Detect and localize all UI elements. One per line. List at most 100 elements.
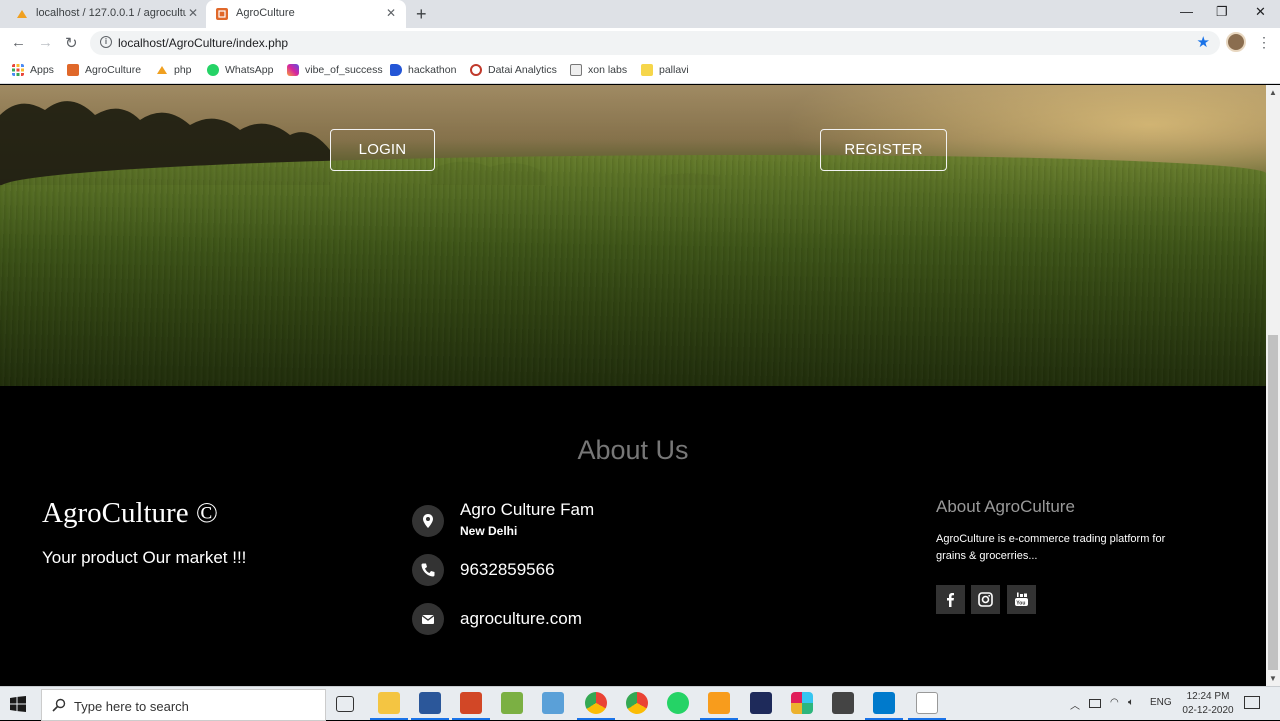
scroll-up-icon[interactable]: ▲ <box>1269 88 1277 97</box>
whatsapp-icon <box>207 64 219 76</box>
bookmark-xon-labs[interactable]: xon labs <box>570 64 627 76</box>
menu-kebab-icon[interactable]: ⋮ <box>1257 34 1271 51</box>
facebook-icon <box>947 593 954 607</box>
phone-icon <box>412 554 444 586</box>
url-text[interactable]: localhost/AgroCulture/index.php <box>118 36 288 50</box>
dev-cpp-icon[interactable] <box>750 692 772 714</box>
contact-city: New Delhi <box>460 524 518 538</box>
instagram-icon <box>978 592 993 607</box>
hero-overlay <box>0 85 1266 386</box>
powerpoint-icon[interactable] <box>460 692 482 714</box>
clock-time: 12:24 PM <box>1186 691 1230 702</box>
tab-strip: localhost / 127.0.0.1 / agroculture ✕ Ag… <box>0 0 1280 28</box>
about-us-heading: About Us <box>577 435 689 465</box>
wifi-icon[interactable]: ◠ <box>1110 697 1119 708</box>
word-icon[interactable] <box>419 692 441 714</box>
bookmark-label: hackathon <box>408 64 457 76</box>
slack-icon[interactable] <box>791 692 813 714</box>
bookmark-vibe-of-success[interactable]: vibe_of_success <box>287 64 383 76</box>
bookmark-datai-analytics[interactable]: Datai Analytics <box>470 64 557 76</box>
youtube-button[interactable]: You <box>1007 585 1036 614</box>
tab-agroculture[interactable]: AgroCulture ✕ <box>206 0 406 28</box>
bookmark-label: Apps <box>30 64 54 76</box>
brand-name: AgroCulture © <box>42 497 218 529</box>
folder-icon <box>641 64 653 76</box>
bookmark-php[interactable]: php <box>156 64 192 76</box>
info-icon[interactable]: i <box>100 36 112 48</box>
register-button[interactable]: REGISTER <box>820 129 947 171</box>
maximize-button[interactable]: ❐ <box>1216 4 1228 20</box>
clock-date: 02-12-2020 <box>1182 705 1234 716</box>
agroculture-favicon-icon <box>216 8 228 20</box>
back-arrow-icon[interactable]: ← <box>11 34 26 51</box>
chrome-profile-icon[interactable] <box>626 692 648 714</box>
bookmark-label: php <box>174 64 192 76</box>
bookmark-pallavi[interactable]: pallavi <box>641 64 689 76</box>
address-bar[interactable]: i localhost/AgroCulture/index.php ★ <box>90 31 1220 55</box>
page-scrollbar[interactable]: ▲ ▼ <box>1266 85 1280 686</box>
tab-phpmyadmin[interactable]: localhost / 127.0.0.1 / agroculture ✕ <box>0 0 206 28</box>
bookmark-label: xon labs <box>588 64 628 76</box>
whatsapp-icon[interactable] <box>667 692 689 714</box>
hackathon-icon <box>390 64 402 76</box>
bookmark-whatsapp[interactable]: WhatsApp <box>207 64 273 76</box>
taskbar-clock[interactable]: 12:24 PM 02-12-2020 <box>1176 690 1240 718</box>
chrome-icon[interactable] <box>585 692 607 714</box>
bookmark-agroculture[interactable]: AgroCulture <box>67 64 141 76</box>
instagram-button[interactable] <box>971 585 1000 614</box>
bookmark-label: Datai Analytics <box>488 64 557 76</box>
forward-arrow-icon[interactable]: → <box>38 34 53 51</box>
bookmark-label: vibe_of_success <box>305 64 383 76</box>
file-explorer-icon[interactable] <box>378 692 400 714</box>
vscode-icon[interactable] <box>873 692 895 714</box>
close-icon[interactable]: ✕ <box>386 6 396 20</box>
bookmark-label: pallavi <box>659 64 689 76</box>
language-indicator[interactable]: ENG <box>1150 697 1172 708</box>
brand-tagline: Your product Our market !!! <box>42 548 247 567</box>
agroculture-favicon-icon <box>67 64 79 76</box>
notes-icon[interactable] <box>542 692 564 714</box>
new-tab-button[interactable]: + <box>416 4 427 25</box>
photos-icon[interactable] <box>501 692 523 714</box>
svg-text:You: You <box>1016 600 1025 606</box>
instagram-icon <box>287 64 299 76</box>
volume-icon[interactable]: 🔈︎ <box>1128 697 1134 708</box>
search-placeholder: Type here to search <box>74 699 189 714</box>
snipping-tool-icon[interactable] <box>832 692 854 714</box>
about-agroculture-text: AgroCulture is e-commerce trading platfo… <box>936 533 1166 562</box>
bookmark-apps[interactable]: Apps <box>12 64 54 76</box>
notification-center-icon[interactable] <box>1244 696 1260 709</box>
taskbar-search-box[interactable]: Type here to search <box>41 689 326 721</box>
hero-banner: LOGIN REGISTER <box>0 85 1266 386</box>
scrollbar-thumb[interactable] <box>1268 335 1278 670</box>
footer: About Us AgroCulture © Your product Our … <box>0 386 1266 686</box>
facebook-button[interactable] <box>936 585 965 614</box>
login-button[interactable]: LOGIN <box>330 129 435 171</box>
contact-phone[interactable]: 9632859566 <box>460 560 555 580</box>
scroll-down-icon[interactable]: ▼ <box>1269 674 1277 683</box>
close-icon[interactable]: ✕ <box>188 6 198 20</box>
battery-icon[interactable] <box>1089 699 1101 708</box>
apps-grid-icon <box>12 64 24 76</box>
task-view-icon[interactable] <box>336 696 354 712</box>
bookmark-label: WhatsApp <box>225 64 274 76</box>
windows-start-icon[interactable] <box>10 696 26 712</box>
about-agroculture-heading: About AgroCulture <box>936 497 1075 516</box>
bookmarks-bar: Apps AgroCulture php WhatsApp vibe_of_su… <box>0 58 1280 84</box>
reload-icon[interactable]: ↻ <box>65 34 78 52</box>
window-close-button[interactable]: ✕ <box>1255 4 1266 20</box>
minimize-button[interactable]: — <box>1180 4 1193 19</box>
bookmark-hackathon[interactable]: hackathon <box>390 64 456 76</box>
windows-taskbar: Type here to search ︿ ◠ 🔈︎ ENG 12:24 PM … <box>0 686 1280 721</box>
bookmark-star-icon[interactable]: ★ <box>1197 33 1210 51</box>
contact-website[interactable]: agroculture.com <box>460 609 582 629</box>
notepad-icon[interactable] <box>916 692 938 714</box>
profile-avatar[interactable] <box>1226 32 1246 52</box>
sublime-text-icon[interactable] <box>708 692 730 714</box>
page-content: LOGIN REGISTER About Us AgroCulture © Yo… <box>0 85 1266 686</box>
search-icon <box>52 698 66 712</box>
tab-label: localhost / 127.0.0.1 / agroculture <box>36 7 186 19</box>
envelope-icon <box>412 603 444 635</box>
browser-toolbar: ← → ↻ i localhost/AgroCulture/index.php … <box>0 28 1280 58</box>
chevron-up-icon[interactable]: ︿ <box>1070 697 1080 712</box>
